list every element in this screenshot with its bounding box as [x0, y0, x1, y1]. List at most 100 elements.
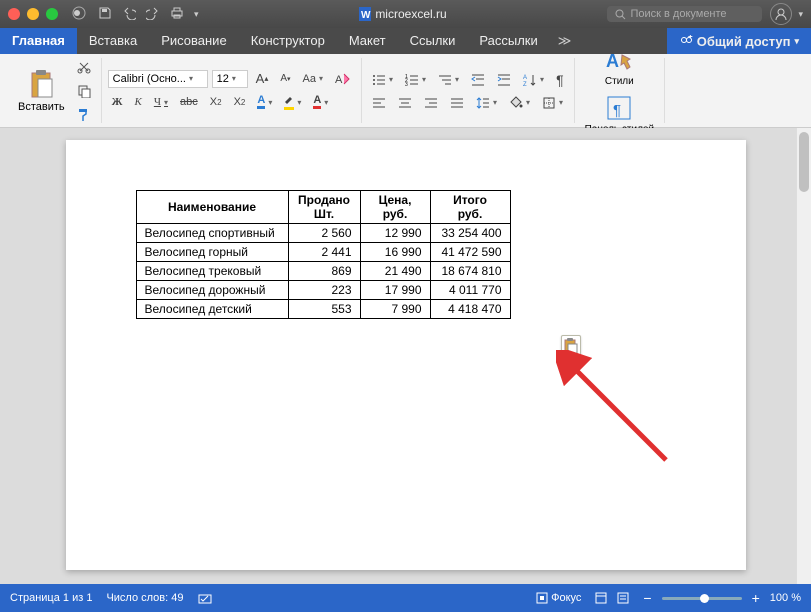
- table-cell[interactable]: 869: [288, 262, 360, 281]
- undo-icon[interactable]: [122, 6, 136, 23]
- table-cell[interactable]: Велосипед спортивный: [136, 224, 288, 243]
- align-left-icon[interactable]: [368, 94, 390, 112]
- bullets-icon[interactable]: [368, 71, 397, 89]
- table-cell[interactable]: 16 990: [360, 243, 430, 262]
- show-marks-icon[interactable]: ¶: [552, 70, 568, 90]
- clear-formatting-icon[interactable]: A: [331, 70, 355, 88]
- zoom-out-icon[interactable]: −: [643, 590, 651, 606]
- table-cell[interactable]: 12 990: [360, 224, 430, 243]
- font-group: Calibri (Осно... 12 A▴ A▾ Aa A Ж К Ч abc…: [102, 58, 362, 123]
- copy-icon[interactable]: [73, 82, 95, 100]
- autosave-toggle[interactable]: [72, 6, 88, 23]
- superscript-button[interactable]: X2: [230, 94, 250, 110]
- change-case-icon[interactable]: Aa: [299, 71, 327, 87]
- table-cell[interactable]: Велосипед горный: [136, 243, 288, 262]
- table-cell[interactable]: 4 011 770: [430, 281, 510, 300]
- focus-mode[interactable]: Фокус: [536, 592, 581, 604]
- text-effects-icon[interactable]: A: [253, 93, 276, 111]
- titlebar: ▾ W microexcel.ru Поиск в документе ▾: [0, 0, 811, 28]
- share-label: Общий доступ: [697, 34, 791, 49]
- increase-font-icon[interactable]: A▴: [252, 69, 273, 88]
- table-row[interactable]: Велосипед детский5537 9904 418 470: [136, 300, 510, 319]
- minimize-window[interactable]: [27, 8, 39, 20]
- shading-icon[interactable]: [505, 94, 534, 112]
- sort-icon[interactable]: AZ: [519, 71, 548, 89]
- tab-more[interactable]: ≫: [550, 28, 580, 54]
- table-row[interactable]: Велосипед трековый86921 49018 674 810: [136, 262, 510, 281]
- table-cell[interactable]: 2 441: [288, 243, 360, 262]
- decrease-font-icon[interactable]: A▾: [276, 71, 294, 86]
- document-page[interactable]: Наименование Продано Шт. Цена, руб. Итог…: [66, 140, 746, 570]
- line-spacing-icon[interactable]: [472, 94, 501, 112]
- zoom-slider-thumb[interactable]: [700, 594, 709, 603]
- strikethrough-button[interactable]: abc: [176, 94, 202, 110]
- print-layout-view-icon[interactable]: [591, 589, 611, 607]
- styles-pane-icon: ¶: [606, 95, 632, 123]
- subscript-button[interactable]: X2: [206, 94, 226, 110]
- redo-icon[interactable]: [146, 6, 160, 23]
- spellcheck-icon[interactable]: [198, 591, 212, 605]
- table-cell[interactable]: 7 990: [360, 300, 430, 319]
- scrollbar-thumb[interactable]: [799, 132, 809, 192]
- search-icon: [615, 9, 626, 20]
- print-icon[interactable]: [170, 6, 184, 23]
- zoom-level[interactable]: 100 %: [770, 592, 801, 604]
- table-cell[interactable]: 17 990: [360, 281, 430, 300]
- styles-button[interactable]: A Стили: [581, 45, 658, 89]
- paste-button[interactable]: Вставить: [14, 67, 69, 115]
- table-cell[interactable]: 33 254 400: [430, 224, 510, 243]
- table-cell[interactable]: 18 674 810: [430, 262, 510, 281]
- cut-icon[interactable]: [73, 58, 95, 76]
- font-size-select[interactable]: 12: [212, 70, 248, 88]
- save-icon[interactable]: [98, 6, 112, 23]
- font-color-icon[interactable]: A: [309, 93, 332, 111]
- table-row[interactable]: Велосипед дорожный22317 9904 011 770: [136, 281, 510, 300]
- align-right-icon[interactable]: [420, 94, 442, 112]
- zoom-in-icon[interactable]: +: [752, 590, 760, 606]
- vertical-scrollbar[interactable]: [796, 128, 811, 584]
- table-cell[interactable]: 2 560: [288, 224, 360, 243]
- table-cell[interactable]: Велосипед трековый: [136, 262, 288, 281]
- table-cell[interactable]: Велосипед дорожный: [136, 281, 288, 300]
- bold-button[interactable]: Ж: [108, 94, 127, 110]
- table-cell[interactable]: Велосипед детский: [136, 300, 288, 319]
- maximize-window[interactable]: [46, 8, 58, 20]
- decrease-indent-icon[interactable]: [467, 71, 489, 89]
- format-painter-icon[interactable]: [73, 106, 95, 124]
- tab-home[interactable]: Главная: [0, 28, 77, 54]
- borders-icon[interactable]: [538, 94, 567, 112]
- underline-button[interactable]: Ч: [150, 94, 172, 110]
- page-indicator[interactable]: Страница 1 из 1: [10, 592, 92, 604]
- justify-icon[interactable]: [446, 94, 468, 112]
- table-row[interactable]: Велосипед горный2 44116 99041 472 590: [136, 243, 510, 262]
- table-cell[interactable]: 41 472 590: [430, 243, 510, 262]
- tab-insert[interactable]: Вставка: [77, 28, 149, 54]
- table-cell[interactable]: 553: [288, 300, 360, 319]
- highlight-icon[interactable]: [280, 92, 305, 112]
- tab-share[interactable]: + Общий доступ ▾: [667, 28, 811, 54]
- zoom-slider[interactable]: [662, 597, 742, 600]
- italic-button[interactable]: К: [131, 94, 146, 110]
- data-table[interactable]: Наименование Продано Шт. Цена, руб. Итог…: [136, 190, 511, 319]
- multilevel-list-icon[interactable]: [434, 71, 463, 89]
- increase-indent-icon[interactable]: [493, 71, 515, 89]
- tab-references[interactable]: Ссылки: [398, 28, 468, 54]
- table-cell[interactable]: 223: [288, 281, 360, 300]
- table-row[interactable]: Велосипед спортивный2 56012 99033 254 40…: [136, 224, 510, 243]
- font-name-select[interactable]: Calibri (Осно...: [108, 70, 208, 88]
- tab-design[interactable]: Конструктор: [239, 28, 337, 54]
- web-layout-view-icon[interactable]: [613, 589, 633, 607]
- close-window[interactable]: [8, 8, 20, 20]
- numbering-icon[interactable]: 123: [401, 71, 430, 89]
- svg-text:+: +: [688, 35, 693, 41]
- tab-layout[interactable]: Макет: [337, 28, 398, 54]
- table-cell[interactable]: 4 418 470: [430, 300, 510, 319]
- tab-mailings[interactable]: Рассылки: [467, 28, 549, 54]
- user-account-icon[interactable]: [770, 3, 792, 25]
- titlebar-chevron-icon[interactable]: ▾: [798, 9, 803, 20]
- word-count[interactable]: Число слов: 49: [106, 592, 183, 604]
- align-center-icon[interactable]: [394, 94, 416, 112]
- table-cell[interactable]: 21 490: [360, 262, 430, 281]
- tab-draw[interactable]: Рисование: [149, 28, 238, 54]
- search-input[interactable]: Поиск в документе: [607, 6, 762, 22]
